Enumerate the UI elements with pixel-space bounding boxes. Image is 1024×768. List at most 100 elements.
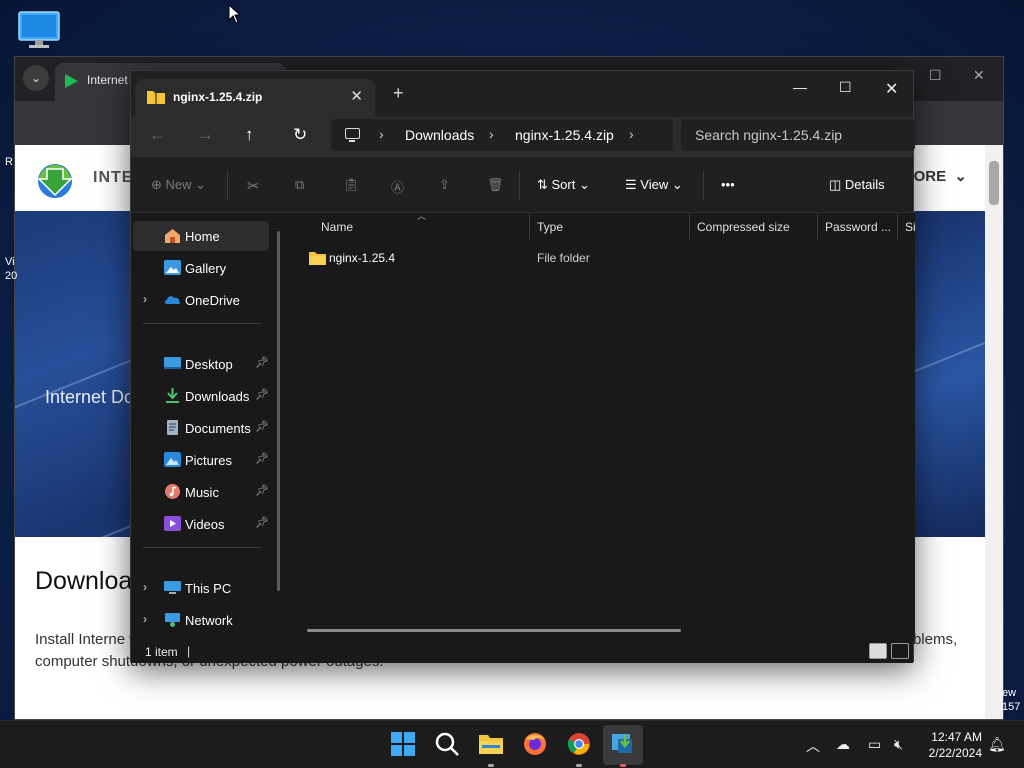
chrome-icon[interactable] [566, 731, 594, 759]
sort-button[interactable]: ⇅ Sort ⌄ [537, 177, 590, 193]
documents-icon [164, 420, 181, 435]
paste-icon[interactable]: 📋︎ [343, 177, 360, 193]
tab-search-button[interactable]: ⌄ [23, 65, 49, 91]
clock[interactable]: 12:47 AM 2/22/2024 [912, 729, 982, 761]
forward-icon[interactable]: → [197, 125, 214, 145]
volume-icon[interactable]: 🔇︎ [894, 736, 903, 753]
see-more-button[interactable]: ••• [721, 177, 735, 192]
address-bar[interactable]: › Downloads › nginx-1.25.4.zip › [331, 119, 673, 151]
home-icon [164, 228, 181, 243]
explorer-tab[interactable]: nginx-1.25.4.zip ✕ [135, 79, 375, 117]
nav-desktop[interactable]: Desktop 📌︎ [133, 349, 269, 379]
column-size[interactable]: Si [905, 220, 916, 234]
up-icon[interactable]: ↑ [245, 125, 254, 145]
nav-music[interactable]: Music 📌︎ [133, 477, 269, 507]
play-icon [65, 74, 78, 88]
maximize-icon[interactable]: ☐ [839, 79, 852, 96]
windows-start-icon[interactable] [390, 731, 418, 759]
chevron-right-icon[interactable]: › [629, 126, 634, 142]
onedrive-offline-icon[interactable]: ☁ [836, 736, 850, 753]
navigation-pane: Home Gallery › OneDrive Desktop 📌︎ Downl… [131, 213, 289, 641]
breadcrumb-downloads[interactable]: Downloads [405, 127, 474, 143]
share-icon[interactable]: ⇪ [439, 177, 450, 193]
refresh-icon[interactable]: ↻ [293, 125, 307, 145]
minimize-icon[interactable]: — [793, 79, 807, 95]
zip-folder-icon [147, 89, 165, 104]
pictures-icon [164, 452, 181, 467]
nav-documents[interactable]: Documents 📌︎ [133, 413, 269, 443]
firefox-icon[interactable] [522, 731, 550, 759]
sort-up-icon: ︿ [417, 211, 427, 221]
row-type: File folder [537, 251, 590, 265]
explorer-tab-title: nginx-1.25.4.zip [173, 90, 263, 104]
chevron-right-icon[interactable]: › [143, 580, 147, 594]
search-input[interactable]: Search nginx-1.25.4.zip [681, 119, 915, 151]
file-list: ︿ Name Type Compressed size Password ...… [289, 211, 916, 641]
command-bar: ⊕ New ⌄ ✂ ⧉ 📋︎ Ⓐ ⇪ 🗑︎ ⇅ Sort ⌄ ☰ View ⌄ … [131, 157, 913, 213]
chevron-right-icon[interactable]: › [143, 292, 147, 306]
pin-icon[interactable]: 📌︎ [255, 484, 269, 497]
new-button[interactable]: ⊕ New ⌄ [151, 177, 206, 193]
nav-gallery[interactable]: Gallery [133, 253, 269, 283]
idm-icon[interactable] [610, 731, 638, 759]
videos-icon [164, 516, 181, 531]
column-password[interactable]: Password ... [825, 220, 891, 234]
close-icon[interactable]: ✕ [885, 79, 898, 99]
nav-home[interactable]: Home [133, 221, 269, 251]
nav-network[interactable]: › Network [133, 605, 269, 635]
details-view-icon[interactable] [869, 643, 887, 659]
cut-icon[interactable]: ✂ [247, 177, 260, 195]
delete-icon[interactable]: 🗑︎ [487, 177, 504, 193]
file-explorer-window: nginx-1.25.4.zip ✕ + — ☐ ✕ ← → ↑ ↻ › Dow… [130, 70, 916, 663]
tab-close-icon[interactable]: ✕ [350, 87, 363, 105]
pin-icon[interactable]: 📌︎ [255, 356, 269, 369]
tiles-view-icon[interactable] [891, 643, 909, 659]
breadcrumb-zip[interactable]: nginx-1.25.4.zip [515, 127, 614, 143]
right-cut-text: ew [1002, 687, 1017, 699]
idm-logo-icon [33, 159, 79, 199]
taskbar: ︿ ☁ ▭ 🔇︎ 12:47 AM 2/22/2024 🔔︎ [0, 720, 1024, 768]
column-name[interactable]: Name [321, 220, 353, 234]
pin-icon[interactable]: 📌︎ [255, 516, 269, 529]
nav-scrollbar[interactable] [277, 231, 280, 591]
browser-close-icon[interactable]: ✕ [973, 67, 985, 84]
chevron-up-icon[interactable]: ︿ [806, 736, 820, 756]
search-icon[interactable] [434, 731, 462, 759]
status-bar: 1 item | [131, 641, 913, 663]
nav-downloads[interactable]: Downloads 📌︎ [133, 381, 269, 411]
horizontal-scrollbar[interactable] [307, 629, 681, 632]
browser-maximize-icon[interactable]: ☐ [929, 67, 942, 84]
download-icon [164, 388, 181, 403]
chevron-right-icon[interactable]: › [379, 126, 384, 142]
file-explorer-icon[interactable] [478, 731, 506, 759]
copy-icon[interactable]: ⧉ [295, 177, 304, 193]
nav-this-pc[interactable]: › This PC [133, 573, 269, 603]
music-icon [164, 484, 181, 499]
site-more-menu[interactable]: ORE ⌄ [914, 167, 967, 185]
new-tab-icon[interactable]: + [393, 83, 404, 104]
browser-tab-title: Internet [87, 73, 128, 87]
column-compressed-size[interactable]: Compressed size [697, 220, 790, 234]
column-type[interactable]: Type [537, 220, 563, 234]
chevron-right-icon[interactable]: › [489, 126, 494, 142]
pin-icon[interactable]: 📌︎ [255, 388, 269, 401]
details-button[interactable]: ◫ Details [829, 177, 885, 193]
rename-icon[interactable]: Ⓐ [391, 177, 404, 196]
nav-videos[interactable]: Videos 📌︎ [133, 509, 269, 539]
onedrive-icon [164, 292, 181, 307]
pin-icon[interactable]: 📌︎ [255, 452, 269, 465]
notification-bell-icon[interactable]: 🔔︎ [988, 736, 1006, 753]
left-cut-text: Vi [5, 256, 15, 268]
back-icon[interactable]: ← [149, 125, 166, 145]
clock-date: 2/22/2024 [928, 746, 982, 760]
view-button[interactable]: ☰ View ⌄ [625, 177, 683, 193]
browser-scrollbar[interactable] [985, 145, 1003, 719]
nav-onedrive[interactable]: › OneDrive [133, 285, 269, 315]
nav-pictures[interactable]: Pictures 📌︎ [133, 445, 269, 475]
hero-title: Internet Do [45, 387, 135, 407]
chevron-right-icon[interactable]: › [143, 612, 147, 626]
desktop-computer-icon[interactable] [18, 10, 60, 50]
clock-time: 12:47 AM [931, 730, 982, 744]
pin-icon[interactable]: 📌︎ [255, 420, 269, 433]
network-icon[interactable]: ▭ [868, 736, 881, 753]
